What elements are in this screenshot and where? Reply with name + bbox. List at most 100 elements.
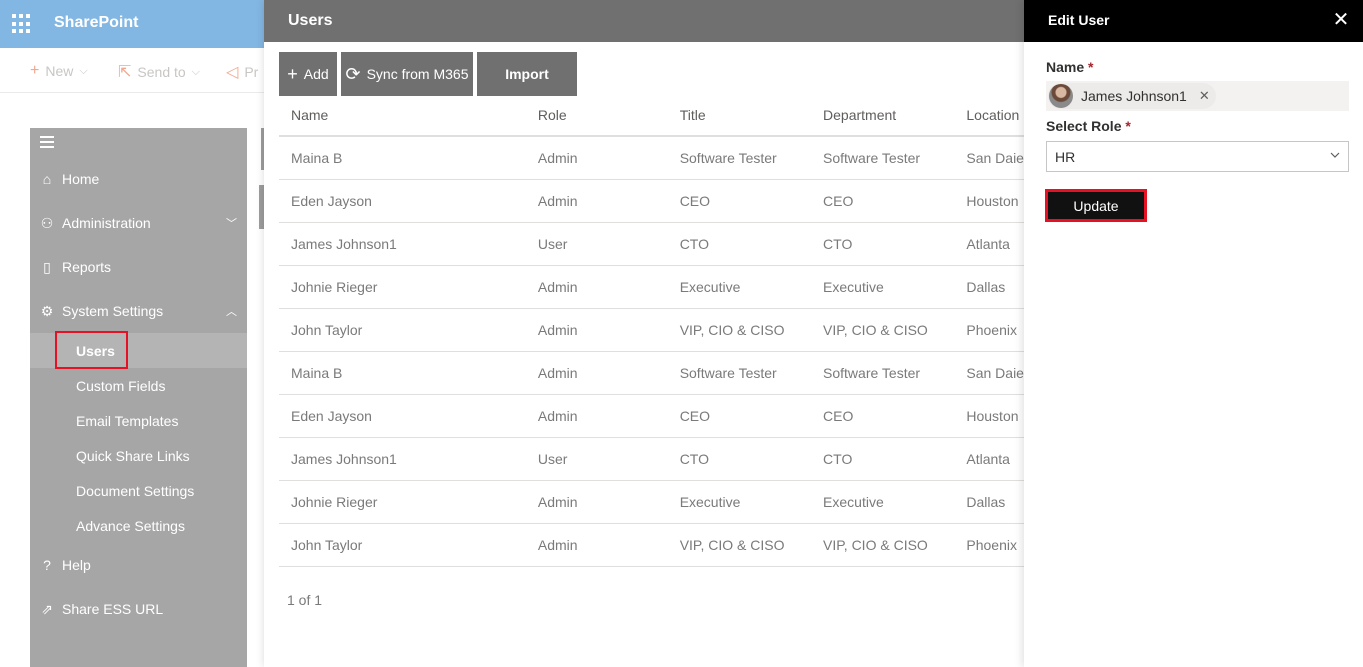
edit-user-panel: Edit User ✕ Name * James Johnson1 ✕ Sele… xyxy=(1024,0,1363,667)
required-mark: * xyxy=(1088,59,1094,75)
nav-item-label: Home xyxy=(62,171,100,187)
table-row[interactable]: Eden Jayson Admin CEO CEO Houston xyxy=(279,394,1024,438)
table-row[interactable]: John Taylor Admin VIP, CIO & CISO VIP, CIO … xyxy=(279,308,1024,352)
cell-department: VIP, CIO & CISO xyxy=(811,523,955,567)
nav-item-reports[interactable]: ▯ Reports xyxy=(30,249,247,285)
cell-title: CTO xyxy=(667,437,812,481)
nav-sub-custom-fields[interactable]: Custom Fields xyxy=(30,368,247,403)
add-button[interactable]: + Add xyxy=(279,52,337,96)
update-label: Update xyxy=(1073,197,1119,214)
cell-title: Software Tester xyxy=(667,136,812,180)
cell-location: Phoenix xyxy=(954,523,1024,567)
nav-sub-quick-share-links[interactable]: Quick Share Links xyxy=(30,438,247,473)
cell-role: Admin xyxy=(525,351,668,395)
update-button[interactable]: Update xyxy=(1046,190,1146,221)
users-panel-header: Users xyxy=(264,0,1024,42)
cell-name: Johnie Rieger xyxy=(279,480,526,524)
cell-location: Houston xyxy=(954,394,1024,438)
cell-role: Admin xyxy=(525,394,668,438)
promote-label: Pr xyxy=(244,64,259,80)
sync-icon: ⟳ xyxy=(345,63,361,84)
sync-button[interactable]: ⟳ Sync from M365 xyxy=(341,52,473,96)
cell-location: Dallas xyxy=(954,480,1024,524)
remove-person-icon[interactable]: ✕ xyxy=(1199,88,1210,104)
table-row[interactable]: Johnie Rieger Admin Executive Executive Dall… xyxy=(279,265,1024,309)
suite-title[interactable]: SharePoint xyxy=(54,14,138,32)
table-row[interactable]: Johnie Rieger Admin Executive Executive Dall… xyxy=(279,480,1024,524)
cell-role: Admin xyxy=(525,179,668,223)
import-label: Import xyxy=(505,66,549,82)
nav-item-home[interactable]: ⌂ Home xyxy=(30,161,247,197)
nav-item-share-ess-url[interactable]: ⇗ Share ESS URL xyxy=(30,591,247,627)
nav-item-system-settings[interactable]: ⚙ System Settings ︿ xyxy=(30,293,247,329)
required-mark: * xyxy=(1125,118,1131,134)
cell-name: Eden Jayson xyxy=(279,179,526,223)
nav-item-help[interactable]: ? Help xyxy=(30,547,247,583)
chevron-up-icon: ︿ xyxy=(226,306,237,318)
table-row[interactable]: James Johnson1 User CTO CTO Atlanta xyxy=(279,222,1024,266)
cell-department: CEO xyxy=(811,179,955,223)
users-panel: Users + Add ⟳ Sync from M365 Import Name… xyxy=(264,0,1024,667)
hamburger-menu-icon[interactable] xyxy=(40,136,54,151)
cell-department: Executive xyxy=(811,265,955,309)
nav-item-label: System Settings xyxy=(62,303,164,319)
nav-sub-advance-settings[interactable]: Advance Settings xyxy=(30,508,247,543)
send-to-label: Send to xyxy=(137,64,186,80)
cell-department: Software Tester xyxy=(811,351,955,395)
name-label-text: Name xyxy=(1046,59,1085,75)
nav-item-label: Help xyxy=(62,557,91,573)
nav-sub-label: Custom Fields xyxy=(76,377,166,394)
table-row[interactable]: James Johnson1 User CTO CTO Atlanta xyxy=(279,437,1024,481)
nav-sub-label: Document Settings xyxy=(76,482,195,499)
cell-role: Admin xyxy=(525,265,668,309)
role-dropdown[interactable]: HR xyxy=(1046,141,1349,172)
promote-button[interactable]: ◁ Pr xyxy=(226,62,258,82)
edit-panel-title: Edit User xyxy=(1048,12,1110,28)
column-header-role[interactable]: Role xyxy=(525,94,668,137)
import-button[interactable]: Import xyxy=(477,52,577,96)
highlight-box-users xyxy=(55,331,128,369)
megaphone-icon: ◁ xyxy=(226,64,239,81)
column-header-title[interactable]: Title xyxy=(667,94,812,137)
nav-sub-email-templates[interactable]: Email Templates xyxy=(30,403,247,438)
nav-sub-document-settings[interactable]: Document Settings xyxy=(30,473,247,508)
nav-sub-label: Advance Settings xyxy=(76,517,185,534)
table-row[interactable]: Maina B Admin Software Tester Software Test… xyxy=(279,351,1024,395)
app-launcher-icon[interactable] xyxy=(12,14,32,34)
column-header-name[interactable]: Name xyxy=(279,94,526,137)
column-header-location[interactable]: Location xyxy=(954,94,1024,137)
cell-role: Admin xyxy=(525,523,668,567)
chevron-down-icon: ﹀ xyxy=(226,218,237,230)
question-icon: ? xyxy=(43,557,51,573)
table-row[interactable]: Maina B Admin Software Tester Software Test… xyxy=(279,136,1024,180)
table-row[interactable]: John Taylor Admin VIP, CIO & CISO VIP, CIO … xyxy=(279,523,1024,567)
cell-title: CEO xyxy=(667,179,812,223)
role-label-text: Select Role xyxy=(1046,118,1122,134)
chevron-down-icon xyxy=(1330,152,1340,158)
nav-sub-label: Quick Share Links xyxy=(76,447,190,464)
pager: 1 of 1 xyxy=(287,592,323,608)
cell-role: User xyxy=(525,222,668,266)
document-icon: ▯ xyxy=(43,258,51,275)
cell-title: CEO xyxy=(667,394,812,438)
nav-item-label: Administration xyxy=(62,215,151,231)
users-panel-title: Users xyxy=(288,12,333,29)
people-picker[interactable]: James Johnson1 ✕ xyxy=(1046,81,1349,111)
cell-name: John Taylor xyxy=(279,308,526,352)
users-table: Name Role Title Department Location Main… xyxy=(279,94,1024,567)
send-to-button[interactable]: ⇱ Send to ⌵ xyxy=(118,62,200,82)
close-icon[interactable]: ✕ xyxy=(1331,10,1351,30)
table-row[interactable]: Eden Jayson Admin CEO CEO Houston xyxy=(279,179,1024,223)
cell-name: James Johnson1 xyxy=(279,437,526,481)
plus-icon: + xyxy=(287,63,298,84)
new-button[interactable]: + New ⌵ xyxy=(30,62,88,80)
column-header-department[interactable]: Department xyxy=(811,94,955,137)
nav-item-label: Share ESS URL xyxy=(62,601,164,617)
cell-title: Executive xyxy=(667,480,812,524)
selected-person-chip[interactable]: James Johnson1 ✕ xyxy=(1048,83,1216,109)
new-label: New xyxy=(45,63,74,79)
nav-item-label: Reports xyxy=(62,259,112,275)
cell-name: Johnie Rieger xyxy=(279,265,526,309)
nav-item-administration[interactable]: ⚇ Administration ﹀ xyxy=(30,205,247,241)
cell-department: Executive xyxy=(811,480,955,524)
